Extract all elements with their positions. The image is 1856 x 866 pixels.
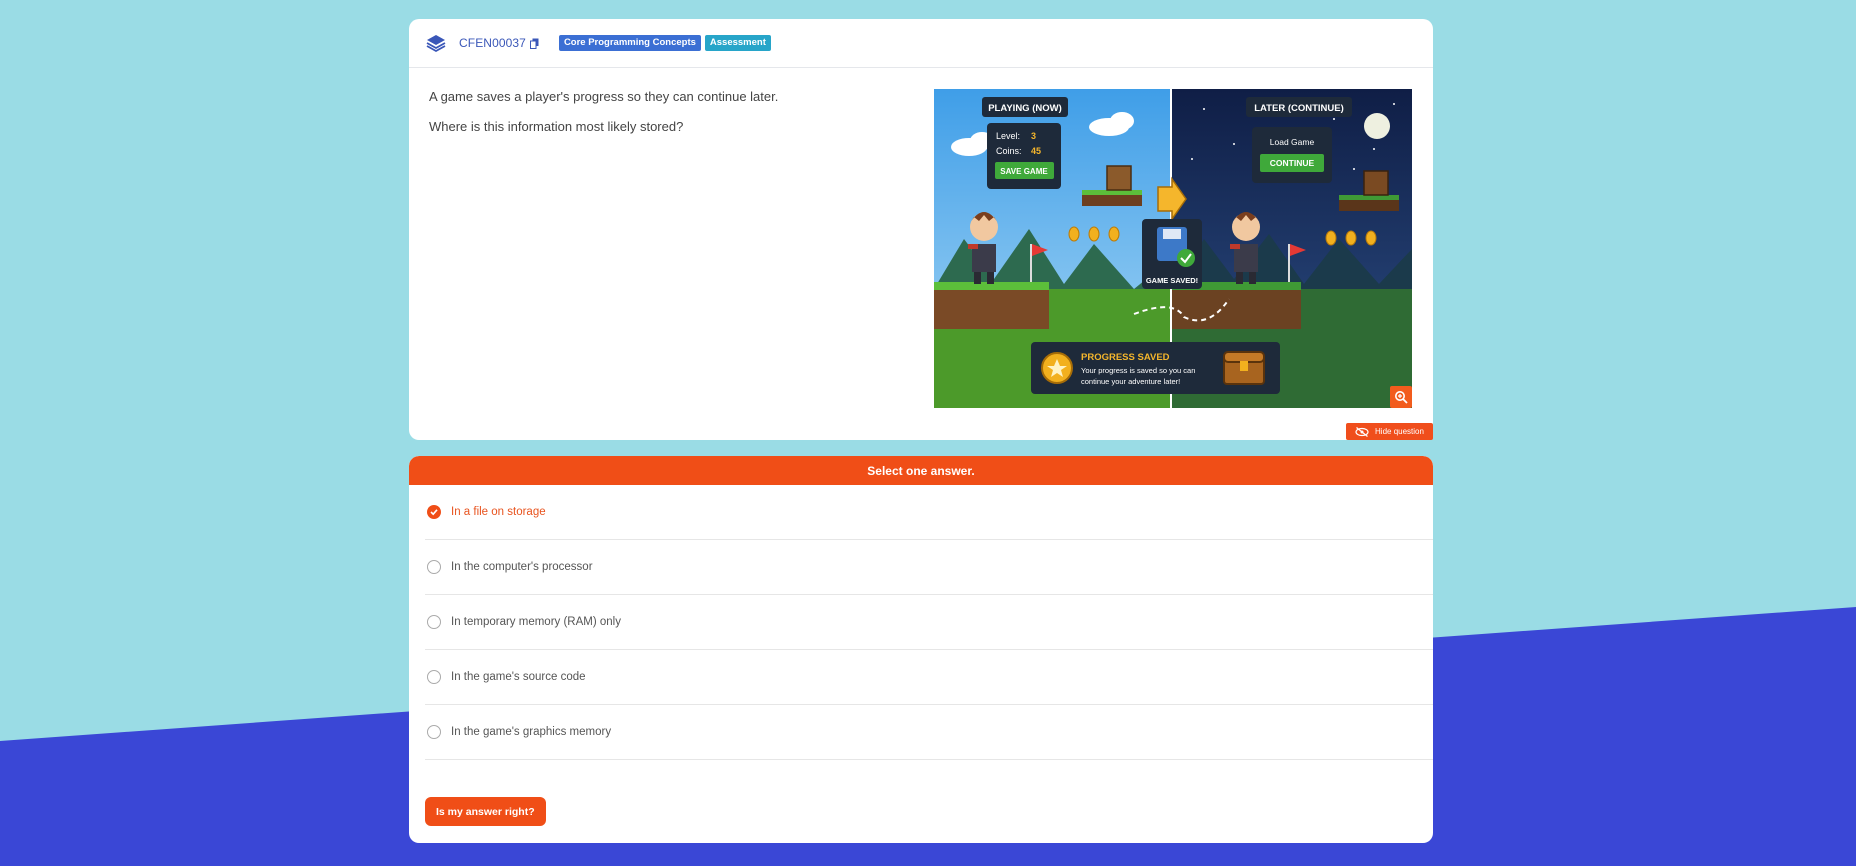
- answer-option-label: In temporary memory (RAM) only: [451, 616, 621, 628]
- day-platform: [934, 284, 1049, 329]
- question-header: CFEN00037 Core Programming Concepts Asse…: [409, 19, 1433, 68]
- answer-option[interactable]: In a file on storage: [425, 485, 1433, 540]
- answer-option-label: In a file on storage: [451, 506, 546, 518]
- question-illustration: PLAYING (NOW) LATER (CONTINUE) Level: 3 …: [934, 89, 1412, 408]
- later-banner-text: LATER (CONTINUE): [1254, 103, 1344, 114]
- radio-checked-icon[interactable]: [427, 505, 441, 519]
- eye-off-icon: [1355, 426, 1369, 437]
- answer-option-label: In the game's graphics memory: [451, 726, 612, 738]
- copy-icon[interactable]: [529, 38, 539, 49]
- radio-icon[interactable]: [427, 670, 441, 684]
- question-line-2: Where is this information most likely st…: [429, 119, 684, 134]
- progress-saved-text-1: Your progress is saved so you can: [1081, 366, 1195, 375]
- check-badge-icon: [1177, 249, 1195, 267]
- question-text: A game saves a player's progress so they…: [429, 89, 949, 149]
- question-card: CFEN00037 Core Programming Concepts Asse…: [409, 19, 1433, 440]
- coins-label: Coins:: [996, 146, 1022, 156]
- question-id[interactable]: CFEN00037: [459, 36, 526, 50]
- radio-icon[interactable]: [427, 560, 441, 574]
- crate: [1106, 165, 1132, 191]
- radio-icon[interactable]: [427, 615, 441, 629]
- hide-question-label: Hide question: [1375, 427, 1424, 436]
- answer-card: Select one answer. In a file on storage …: [409, 456, 1433, 843]
- answer-option-label: In the computer's processor: [451, 561, 593, 573]
- playing-banner-text: PLAYING (NOW): [988, 103, 1062, 114]
- level-value: 3: [1031, 131, 1036, 141]
- progress-saved-title: PROGRESS SAVED: [1081, 352, 1170, 363]
- load-game-label: Load Game: [1270, 137, 1315, 147]
- radio-icon[interactable]: [427, 725, 441, 739]
- question-line-1: A game saves a player's progress so they…: [429, 89, 779, 104]
- answer-options: In a file on storage In the computer's p…: [425, 485, 1433, 760]
- game-saved-text: GAME SAVED!: [1146, 276, 1198, 285]
- continue-button-text: CONTINUE: [1270, 158, 1315, 168]
- moon: [1364, 113, 1390, 139]
- topic-tag: Core Programming Concepts: [558, 35, 701, 51]
- answer-option[interactable]: In the game's graphics memory: [425, 705, 1433, 760]
- check-answer-button[interactable]: Is my answer right?: [425, 797, 546, 826]
- coins-value: 45: [1031, 146, 1041, 156]
- hide-question-button[interactable]: Hide question: [1346, 423, 1433, 440]
- zoom-button[interactable]: [1390, 386, 1412, 408]
- type-tag: Assessment: [704, 35, 771, 51]
- layers-logo-icon: [425, 32, 447, 54]
- answer-option[interactable]: In the game's source code: [425, 650, 1433, 705]
- answer-option-label: In the game's source code: [451, 671, 586, 683]
- answer-option[interactable]: In the computer's processor: [425, 540, 1433, 595]
- answer-option[interactable]: In temporary memory (RAM) only: [425, 595, 1433, 650]
- save-game-button-text: SAVE GAME: [1000, 167, 1048, 176]
- crate: [1363, 170, 1389, 196]
- night-platform: [1171, 284, 1301, 329]
- answer-instruction: Select one answer.: [409, 456, 1433, 485]
- magnifier-plus-icon: [1395, 391, 1408, 404]
- progress-saved-text-2: continue your adventure later!: [1081, 377, 1180, 386]
- level-label: Level:: [996, 131, 1020, 141]
